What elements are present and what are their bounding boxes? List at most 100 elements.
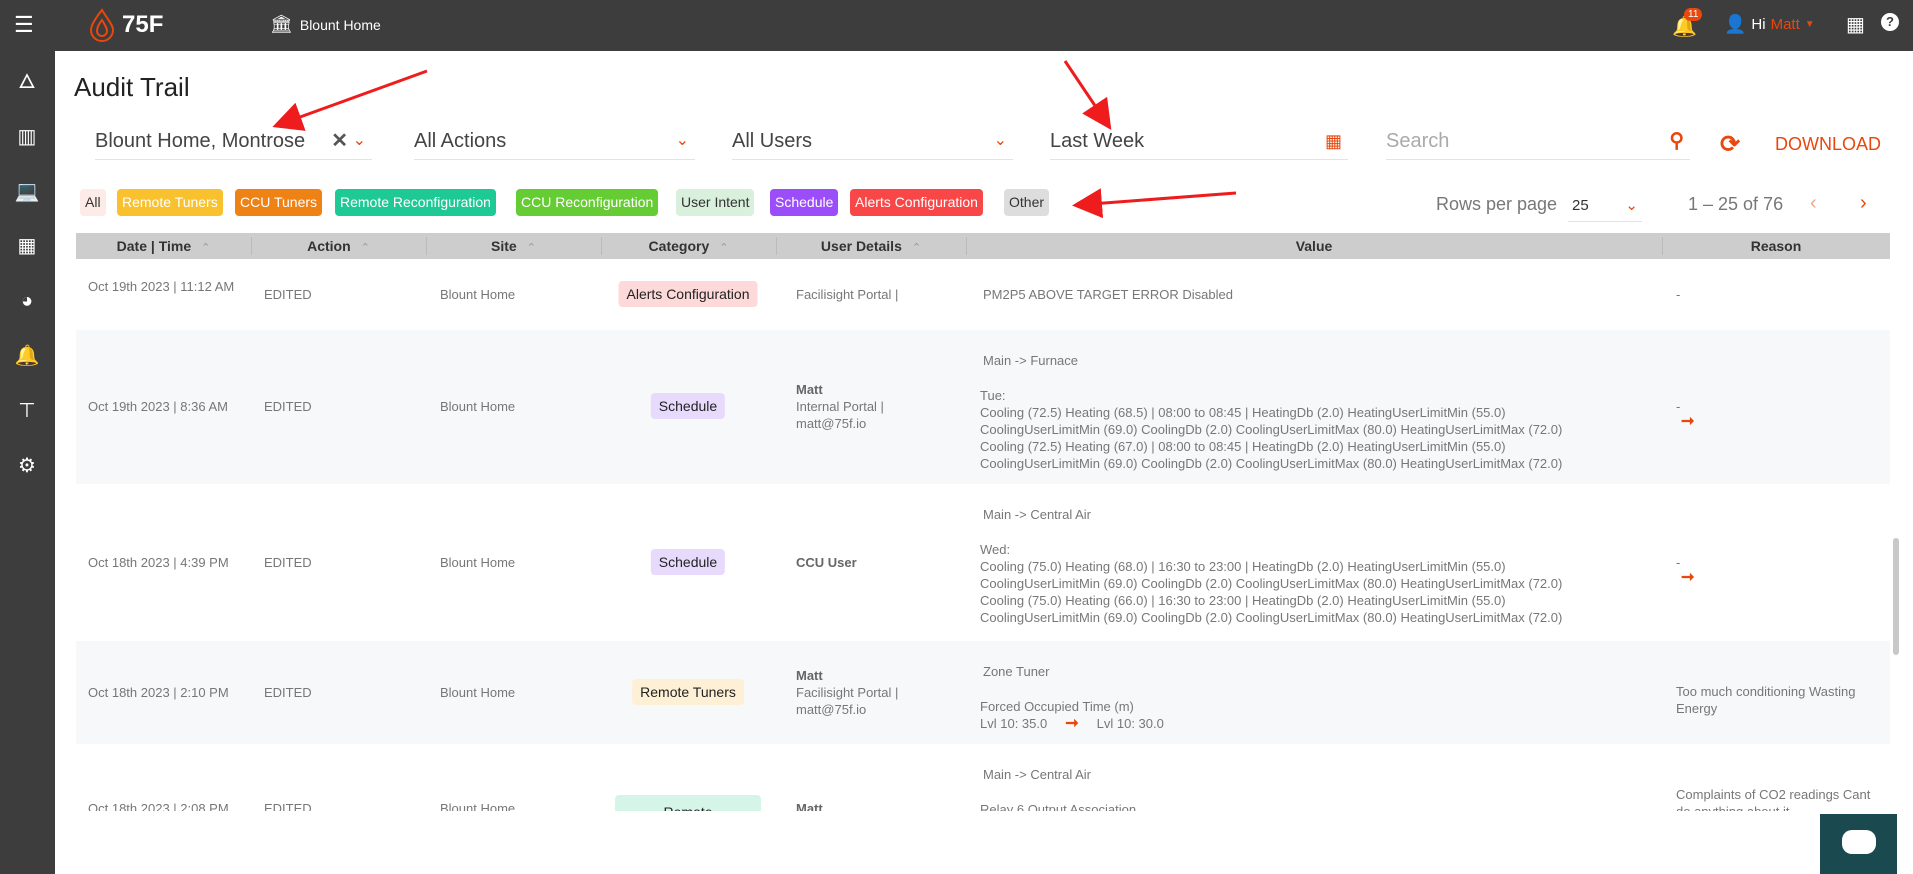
value-cell: PM2P5 ABOVE TARGET ERROR Disabled (980, 286, 1660, 303)
chip-ccu-tuners[interactable]: CCU Tuners (235, 189, 323, 216)
user-name: CCU User (796, 554, 857, 570)
chip-user-intent[interactable]: User Intent (676, 189, 755, 216)
action-cell: EDITED (264, 286, 312, 302)
reason-cell: - (1676, 554, 1681, 570)
reason-cell: - (1676, 286, 1681, 302)
chip-remote-tuners[interactable]: Remote Tuners (117, 189, 223, 216)
user-details-cell: Matt Internal Portal | matt@75f.io (796, 381, 936, 432)
chip-all[interactable]: All (80, 189, 106, 216)
site-selector[interactable]: 🏛 Blount Home (270, 14, 381, 35)
chip-remote-reconfiguration[interactable]: Remote Reconfiguration (335, 189, 496, 216)
column-header[interactable]: Date | Time ⌃ (76, 233, 251, 259)
value-line: CoolingUserLimitMin (69.0) CoolingDb (2.… (980, 456, 1563, 471)
page-title: Audit Trail (74, 72, 190, 102)
user-details-cell: Facilisight Portal | (796, 286, 936, 303)
dashboard-icon[interactable]: ▦ (14, 233, 40, 259)
value-title: Main -> Central Air (983, 767, 1092, 782)
column-divider (1662, 237, 1663, 255)
action-cell: EDITED (264, 399, 312, 414)
user-icon: 👤 (1724, 14, 1747, 34)
menu-icon[interactable]: ☰ (14, 12, 34, 38)
chevron-down-icon: ⌄ (1625, 197, 1638, 214)
users-filter[interactable]: All Users ⌄ (732, 122, 1013, 160)
date-cell: Oct 19th 2023 | 11:12 AM (88, 278, 235, 294)
sort-icon[interactable]: ⌃ (719, 242, 728, 254)
search-icon[interactable]: ⚲ (1669, 122, 1684, 160)
table-row: Oct 18th 2023 | 2:10 PM EDITED Blount Home… (76, 641, 1890, 744)
refresh-icon[interactable]: ⟳ (1720, 130, 1740, 159)
column-header[interactable]: User Details ⌃ (776, 233, 966, 259)
pagination-range: 1 – 25 of 76 (1688, 194, 1784, 214)
calendar-icon[interactable]: ▦ (1325, 122, 1342, 160)
rows-per-page-select[interactable]: 25 ⌄ (1568, 192, 1642, 222)
laptop-icon[interactable]: 💻 (14, 179, 40, 205)
category-badge: Remote Tuners (632, 678, 744, 705)
scrollbar[interactable] (1893, 538, 1899, 655)
date-cell: Oct 18th 2023 | 2:10 PM (88, 684, 229, 700)
chip-ccu-reconfiguration[interactable]: CCU Reconfiguration (516, 189, 659, 216)
apps-grid-icon[interactable]: ▦ (1846, 12, 1865, 37)
site-cell: Blount Home (440, 801, 516, 811)
download-button[interactable]: DOWNLOAD (1775, 134, 1881, 155)
chip-alerts-configuration[interactable]: Alerts Configuration (850, 189, 983, 216)
bank-icon: 🏛 (270, 14, 293, 34)
column-header[interactable]: Category ⌃ (601, 233, 776, 259)
search-field[interactable]: Search ⚲ (1386, 122, 1690, 160)
chat-icon (1842, 830, 1876, 854)
user-name: Matt (796, 801, 823, 811)
next-page-button[interactable]: › (1860, 192, 1867, 215)
notifications-button[interactable]: 🔔 11 (1672, 8, 1703, 39)
sort-icon[interactable]: ⌃ (361, 242, 370, 254)
value-subtitle: Forced Occupied Time (m) (980, 699, 1134, 714)
site-cell: Blount Home (440, 684, 516, 700)
reason-cell: Too much conditioning Wasting Energy (1676, 684, 1856, 716)
user-portal: Internal Portal | (796, 399, 884, 414)
annotation-arrow (1063, 60, 1112, 130)
fire-icon[interactable]: 🜂 (14, 69, 40, 95)
column-header[interactable]: Action ⌃ (251, 233, 426, 259)
user-name: Matt (796, 382, 823, 397)
value-change: Lvl 10: 35.0 ➞ Lvl 10: 30.0 (980, 715, 1660, 732)
table-row: Oct 19th 2023 | 8:36 AM EDITED Blount Home… (76, 330, 1890, 484)
prev-page-button[interactable]: ‹ (1810, 192, 1817, 215)
user-details-cell: Matt Facilisight Portal | matt@75f.io (796, 667, 936, 718)
building-icon[interactable]: ▥ (14, 124, 40, 150)
clear-icon[interactable]: ✕ (331, 122, 348, 160)
top-bar: ☰ 75F 🏛 Blount Home 🔔 11 👤 Hi Matt ▼ ▦ ? (0, 0, 1913, 51)
chip-schedule[interactable]: Schedule (770, 189, 839, 216)
user-details-cell: MattFacilisight Portal | (796, 800, 936, 811)
user-menu[interactable]: 👤 Hi Matt ▼ (1724, 14, 1815, 35)
sort-icon[interactable]: ⌃ (912, 242, 921, 254)
chevron-down-icon: ⌄ (675, 132, 689, 149)
value-cell: Main -> Central Air Wed: Cooling (75.0) He… (980, 506, 1660, 626)
user-name: Matt (796, 667, 823, 683)
value-subtitle: Relay 6 Output Association (980, 802, 1137, 811)
sort-icon[interactable]: ⌃ (527, 242, 536, 254)
site-filter[interactable]: Blount Home, Montrose ✕ ⌄ (95, 122, 372, 160)
value-line: Cooling (72.5) Heating (68.5) | 08:00 to… (980, 405, 1506, 420)
value-cell: Zone Tuner Forced Occupied Time (m) Lvl 10… (980, 663, 1660, 732)
help-icon[interactable]: ? (1881, 13, 1899, 31)
value-cell: Main -> Central Air Relay 6 Output Associ… (980, 766, 1660, 811)
column-divider (966, 237, 967, 255)
column-divider (251, 237, 252, 255)
value-line: CoolingUserLimitMin (69.0) CoolingDb (2.… (980, 422, 1563, 437)
table-row: Oct 18th 2023 | 4:39 PM EDITED Blount Home… (76, 484, 1890, 641)
category-badge: Schedule (650, 393, 726, 419)
chat-button[interactable] (1820, 814, 1897, 874)
old-value: Lvl 10: 35.0 (980, 716, 1048, 731)
reason-cell: Complaints of CO2 readings Cant do anyth… (1676, 787, 1871, 811)
column-header[interactable]: Site ⌃ (426, 233, 601, 259)
actions-filter[interactable]: All Actions ⌄ (414, 122, 695, 160)
date-cell: Oct 19th 2023 | 8:36 AM (88, 399, 228, 414)
value-line: Cooling (75.0) Heating (68.0) | 16:30 to… (980, 559, 1506, 574)
column-divider (426, 237, 427, 255)
chip-other[interactable]: Other (1004, 189, 1050, 216)
action-cell: EDITED (264, 801, 312, 811)
date-filter[interactable]: Last Week ▦ (1050, 122, 1348, 160)
chevron-down-icon: ⌄ (352, 132, 366, 149)
caret-down-icon: ▼ (1804, 19, 1815, 30)
sort-icon[interactable]: ⌃ (201, 242, 210, 254)
action-cell: EDITED (264, 684, 312, 700)
site-cell: Blount Home (440, 286, 516, 302)
